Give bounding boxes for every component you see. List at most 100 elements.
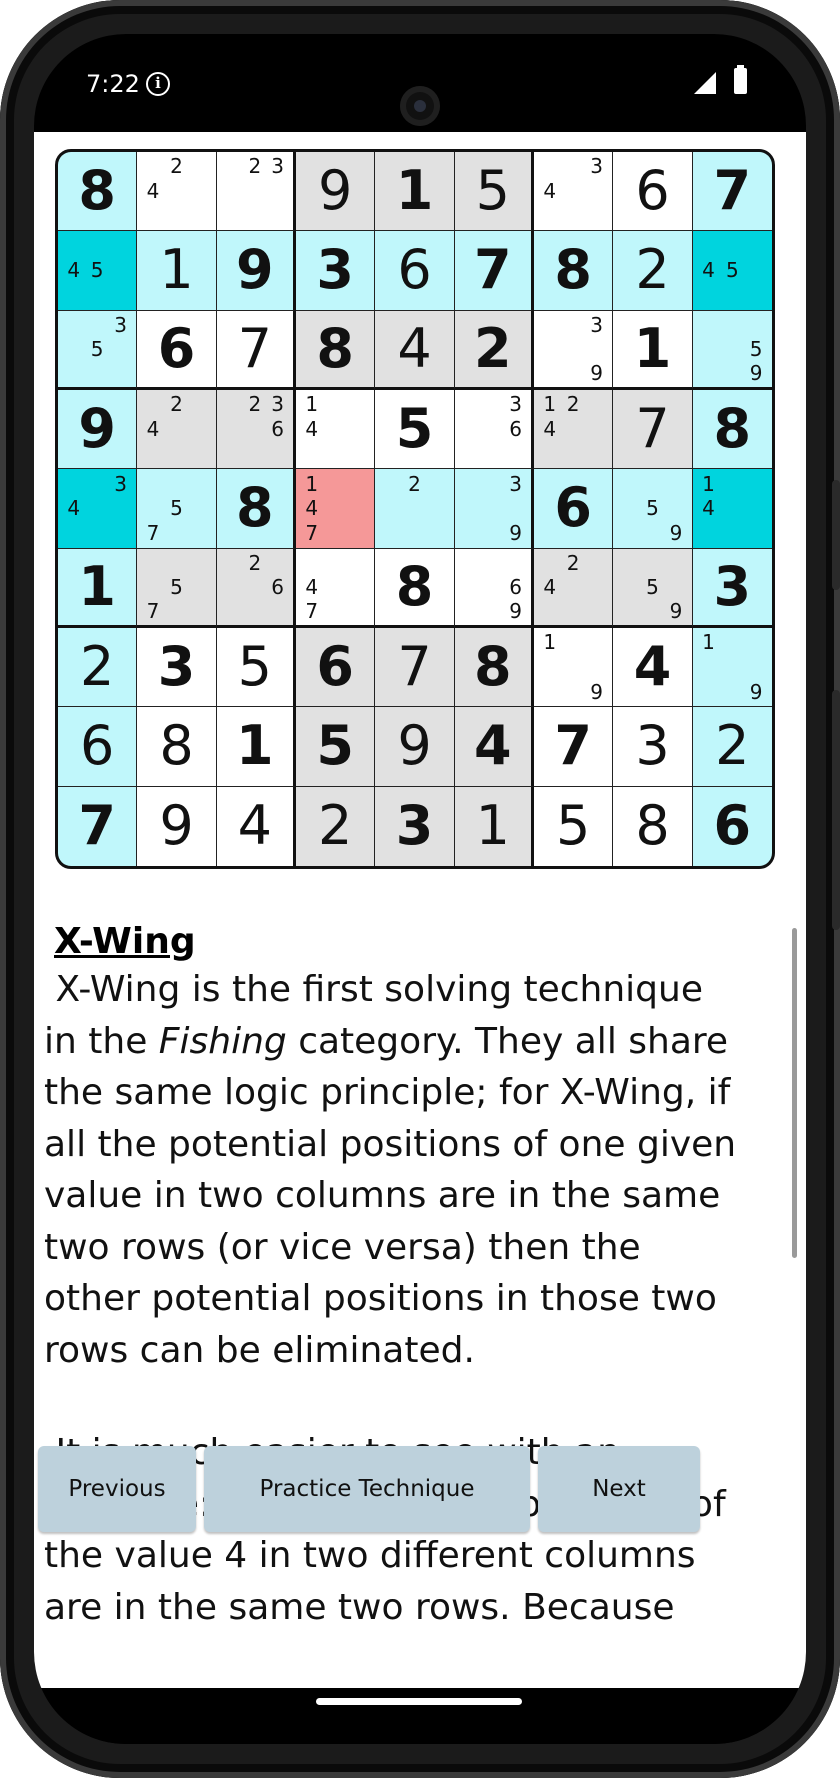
scrollbar[interactable] — [792, 928, 797, 1258]
candidate — [221, 154, 244, 179]
sudoku-cell[interactable]: 34 — [534, 152, 614, 232]
sudoku-cell[interactable]: 7 — [375, 628, 455, 708]
sudoku-cell[interactable]: 57 — [137, 548, 217, 628]
sudoku-cell[interactable]: 69 — [454, 548, 534, 628]
sudoku-cell[interactable]: 8 — [613, 786, 693, 866]
sudoku-cell[interactable]: 2 — [375, 469, 455, 549]
sudoku-cell[interactable]: 6 — [692, 786, 772, 866]
sudoku-cell[interactable]: 9 — [296, 152, 376, 232]
sudoku-cell[interactable]: 3 — [137, 628, 217, 708]
sudoku-cell[interactable]: 45 — [58, 231, 138, 311]
sudoku-cell[interactable]: 7 — [216, 310, 296, 390]
sudoku-cell[interactable]: 24 — [137, 390, 217, 470]
sudoku-cell[interactable]: 1 — [613, 310, 693, 390]
sudoku-cell[interactable]: 8 — [137, 707, 217, 787]
sudoku-cell[interactable]: 5 — [296, 707, 376, 787]
sudoku-cell[interactable]: 19 — [692, 628, 772, 708]
sudoku-cell[interactable]: 14 — [692, 469, 772, 549]
sudoku-cell[interactable]: 4 — [613, 628, 693, 708]
sudoku-cell[interactable]: 45 — [692, 231, 772, 311]
sudoku-cell[interactable]: 1 — [454, 786, 534, 866]
sudoku-cell[interactable]: 8 — [375, 548, 455, 628]
candidate — [323, 392, 346, 417]
sudoku-cell[interactable]: 24 — [534, 548, 614, 628]
sudoku-cell[interactable]: 8 — [692, 390, 772, 470]
candidate: 3 — [590, 312, 603, 337]
sudoku-cell[interactable]: 47 — [296, 548, 376, 628]
sudoku-cell[interactable]: 8 — [58, 152, 138, 232]
sudoku-cell[interactable]: 2 — [296, 786, 376, 866]
sudoku-cell[interactable]: 8 — [454, 628, 534, 708]
sudoku-cell[interactable]: 36 — [454, 390, 534, 470]
candidate — [585, 392, 608, 417]
sudoku-cell[interactable]: 59 — [613, 469, 693, 549]
sudoku-cell[interactable]: 1 — [375, 152, 455, 232]
cell-value: 2 — [317, 794, 353, 858]
sudoku-cell[interactable]: 34 — [58, 469, 138, 549]
sudoku-cell[interactable]: 124 — [534, 390, 614, 470]
sudoku-cell[interactable]: 147 — [296, 469, 376, 549]
candidate — [585, 337, 608, 361]
sudoku-cell[interactable]: 6 — [296, 628, 376, 708]
cell-value: 6 — [635, 159, 670, 223]
sudoku-cell[interactable]: 3 — [613, 707, 693, 787]
sudoku-cell[interactable]: 8 — [296, 310, 376, 390]
sudoku-cell[interactable]: 9 — [58, 390, 138, 470]
sudoku-cell[interactable]: 5 — [216, 628, 296, 708]
sudoku-cell[interactable]: 1 — [58, 548, 138, 628]
sudoku-cell[interactable]: 39 — [454, 469, 534, 549]
sudoku-cell[interactable]: 5 — [534, 786, 614, 866]
sudoku-cell[interactable]: 6 — [137, 310, 217, 390]
sudoku-cell[interactable]: 35 — [58, 310, 138, 390]
candidate — [481, 471, 504, 496]
sudoku-cell[interactable]: 24 — [137, 152, 217, 232]
sudoku-cell[interactable]: 236 — [216, 390, 296, 470]
sudoku-cell[interactable]: 7 — [692, 152, 772, 232]
sudoku-cell[interactable]: 2 — [58, 628, 138, 708]
sudoku-cell[interactable]: 4 — [454, 707, 534, 787]
sudoku-cell[interactable]: 4 — [216, 786, 296, 866]
sudoku-cell[interactable]: 6 — [534, 469, 614, 549]
sudoku-cell[interactable]: 59 — [692, 310, 772, 390]
sudoku-cell[interactable]: 3 — [375, 786, 455, 866]
sudoku-cell[interactable]: 6 — [58, 707, 138, 787]
sudoku-cell[interactable]: 5 — [375, 390, 455, 470]
sudoku-cell[interactable]: 59 — [613, 548, 693, 628]
sudoku-cell[interactable]: 7 — [613, 390, 693, 470]
sudoku-cell[interactable]: 4 — [375, 310, 455, 390]
candidate — [347, 599, 370, 623]
sudoku-cell[interactable]: 23 — [216, 152, 296, 232]
sudoku-cell[interactable]: 9 — [137, 786, 217, 866]
sudoku-cell[interactable]: 1 — [137, 231, 217, 311]
sudoku-cell[interactable]: 7 — [534, 707, 614, 787]
candidate — [697, 361, 721, 385]
candidate — [720, 313, 744, 337]
sudoku-cell[interactable]: 26 — [216, 548, 296, 628]
sudoku-cell[interactable]: 39 — [534, 310, 614, 390]
sudoku-cell[interactable]: 9 — [375, 707, 455, 787]
sudoku-cell[interactable]: 6 — [375, 231, 455, 311]
sudoku-cell[interactable]: 19 — [534, 628, 614, 708]
practice-technique-button[interactable]: Practice Technique — [204, 1446, 530, 1532]
cell-candidates: 147 — [300, 471, 370, 545]
cell-value: 1 — [475, 794, 510, 858]
sudoku-cell[interactable]: 5 — [454, 152, 534, 232]
sudoku-cell[interactable]: 7 — [58, 786, 138, 866]
sudoku-cell[interactable]: 9 — [216, 231, 296, 311]
sudoku-cell[interactable]: 14 — [296, 390, 376, 470]
sudoku-cell[interactable]: 1 — [216, 707, 296, 787]
next-button[interactable]: Next — [538, 1446, 700, 1532]
sudoku-cell[interactable]: 57 — [137, 469, 217, 549]
sudoku-cell[interactable]: 2 — [613, 231, 693, 311]
sudoku-cell[interactable]: 3 — [692, 548, 772, 628]
sudoku-cell[interactable]: 7 — [454, 231, 534, 311]
sudoku-cell[interactable]: 2 — [692, 707, 772, 787]
sudoku-cell[interactable]: 3 — [296, 231, 376, 311]
sudoku-cell[interactable]: 8 — [216, 469, 296, 549]
sudoku-cell[interactable]: 6 — [613, 152, 693, 232]
sudoku-cell[interactable]: 8 — [534, 231, 614, 311]
previous-button[interactable]: Previous — [38, 1446, 196, 1532]
sudoku-cell[interactable]: 2 — [454, 310, 534, 390]
sudoku-grid[interactable]: 8242391534674519367824535678423915992423… — [55, 149, 775, 869]
home-gesture-handle[interactable] — [316, 1698, 522, 1705]
